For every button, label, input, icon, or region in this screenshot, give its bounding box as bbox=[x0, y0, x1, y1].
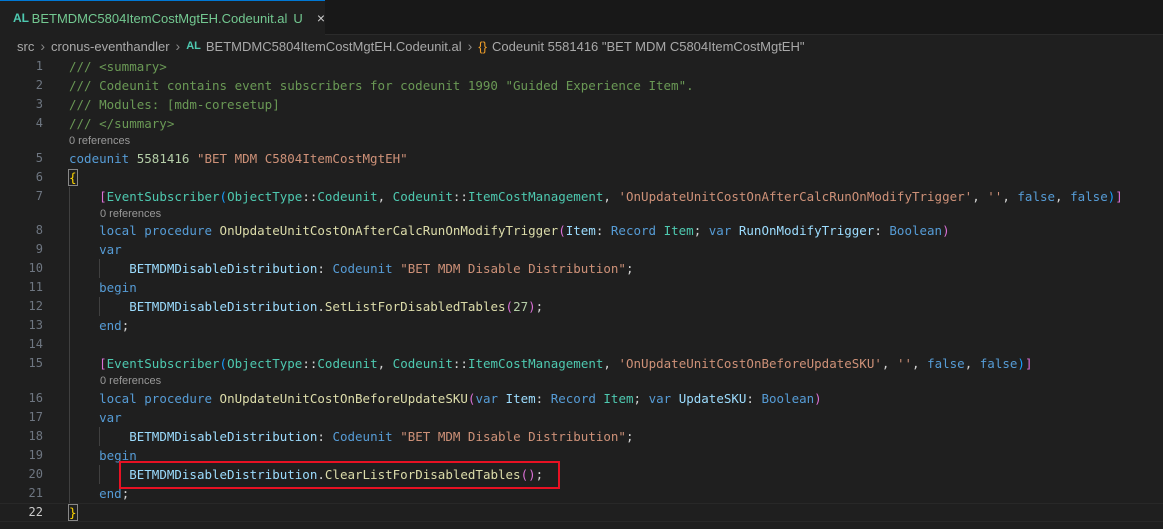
code-editor[interactable]: 1 2 3 4 5 6 7 8 9 10 11 12 13 14 15 16 1… bbox=[0, 57, 1163, 529]
code-line: /// Modules: [mdm-coresetup] bbox=[69, 97, 280, 112]
code-line: begin bbox=[99, 280, 137, 295]
code-line: var bbox=[99, 242, 122, 257]
code-line: BETMDMDisableDistribution.SetListForDisa… bbox=[129, 299, 544, 314]
line-number: 15 bbox=[28, 356, 43, 370]
breadcrumb-symbol[interactable]: Codeunit 5581416 "BET MDM C5804ItemCostM… bbox=[492, 39, 804, 54]
code-line: { bbox=[68, 168, 78, 187]
chevron-right-icon: › bbox=[40, 38, 46, 54]
line-number: 14 bbox=[28, 337, 43, 351]
line-number: 3 bbox=[35, 97, 43, 111]
line-number: 11 bbox=[28, 280, 43, 294]
code-lens-references[interactable]: 0 references bbox=[100, 206, 161, 222]
al-file-icon: AL bbox=[13, 11, 29, 25]
line-number: 16 bbox=[28, 391, 43, 405]
line-number: 6 bbox=[35, 170, 43, 184]
code-line: /// Codeunit contains event subscribers … bbox=[69, 78, 694, 93]
al-file-icon: AL bbox=[186, 40, 201, 52]
tab-title: BETMDMC5804ItemCostMgtEH.Codeunit.al bbox=[31, 10, 288, 26]
breadcrumb-file[interactable]: BETMDMC5804ItemCostMgtEH.Codeunit.al bbox=[206, 39, 462, 54]
code-line: local procedure OnUpdateUnitCostOnAfterC… bbox=[99, 223, 950, 238]
code-line: end; bbox=[99, 318, 130, 333]
code-line: var bbox=[99, 410, 122, 425]
code-line: local procedure OnUpdateUnitCostOnBefore… bbox=[99, 391, 822, 406]
chevron-right-icon: › bbox=[175, 38, 181, 54]
breadcrumb-folder[interactable]: cronus-eventhandler bbox=[51, 39, 170, 54]
line-number: 17 bbox=[28, 410, 43, 424]
code-line: BETMDMDisableDistribution: Codeunit "BET… bbox=[129, 429, 634, 444]
line-number-active: 22 bbox=[28, 505, 43, 519]
tab-bar: AL BETMDMC5804ItemCostMgtEH.Codeunit.al … bbox=[0, 0, 1163, 35]
line-number: 1 bbox=[35, 59, 43, 73]
code-line: codeunit 5581416 "BET MDM C5804ItemCostM… bbox=[69, 151, 408, 166]
line-number: 7 bbox=[35, 189, 43, 203]
line-number: 8 bbox=[35, 223, 43, 237]
namespace-icon: {} bbox=[478, 38, 488, 54]
line-number: 13 bbox=[28, 318, 43, 332]
code-line: [EventSubscriber(ObjectType::Codeunit, C… bbox=[99, 356, 1033, 371]
code-lens-references[interactable]: 0 references bbox=[100, 373, 161, 389]
open-brace: { bbox=[68, 169, 78, 186]
line-number: 12 bbox=[28, 299, 43, 313]
code-line: } bbox=[68, 503, 78, 522]
code-lens-references[interactable]: 0 references bbox=[69, 133, 130, 149]
modified-indicator: U bbox=[293, 10, 303, 26]
code-line: /// </summary> bbox=[69, 116, 175, 131]
code-line: BETMDMDisableDistribution: Codeunit "BET… bbox=[129, 261, 634, 276]
breadcrumb: src › cronus-eventhandler › AL BETMDMC58… bbox=[0, 35, 1163, 57]
current-line-highlight bbox=[0, 503, 1163, 522]
line-number: 2 bbox=[35, 78, 43, 92]
close-icon[interactable]: × bbox=[317, 10, 325, 26]
line-number: 19 bbox=[28, 448, 43, 462]
line-number: 4 bbox=[35, 116, 43, 130]
line-number: 21 bbox=[28, 486, 43, 500]
editor-tab[interactable]: AL BETMDMC5804ItemCostMgtEH.Codeunit.al … bbox=[0, 0, 325, 35]
line-number: 5 bbox=[35, 151, 43, 165]
code-line: [EventSubscriber(ObjectType::Codeunit, C… bbox=[99, 189, 1123, 204]
chevron-right-icon: › bbox=[467, 38, 473, 54]
close-brace: } bbox=[68, 504, 78, 521]
line-number: 20 bbox=[28, 467, 43, 481]
line-number: 10 bbox=[28, 261, 43, 275]
breadcrumb-src[interactable]: src bbox=[17, 39, 34, 54]
code-line: /// <summary> bbox=[69, 59, 167, 74]
line-number: 18 bbox=[28, 429, 43, 443]
highlight-box bbox=[119, 461, 560, 489]
line-number: 9 bbox=[35, 242, 43, 256]
